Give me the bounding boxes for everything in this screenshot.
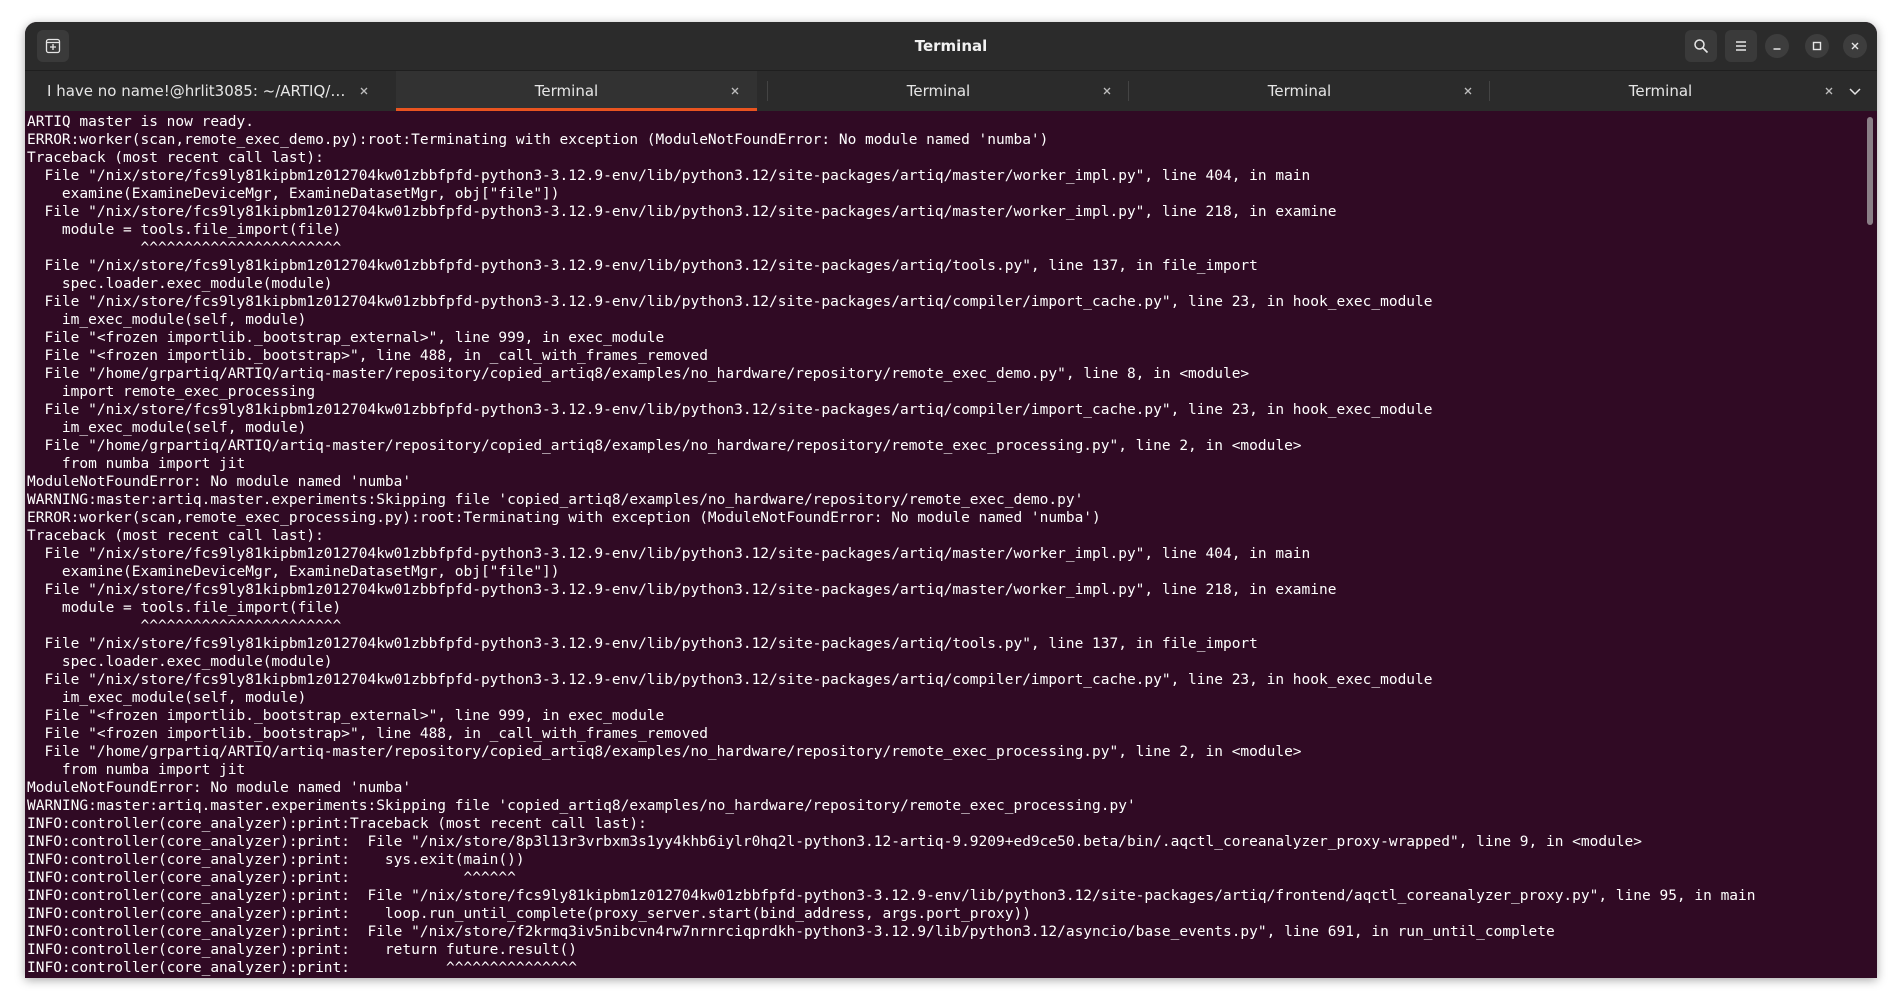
- terminal-line: File "/home/grpartiq/ARTIQ/artiq-master/…: [27, 366, 1250, 382]
- tab-label: Terminal: [534, 82, 599, 100]
- terminal-line: File "/nix/store/fcs9ly81kipbm1z012704kw…: [27, 204, 1337, 220]
- terminal-line: INFO:controller(core_analyzer):print: ^^…: [27, 960, 577, 976]
- terminal-line: File "<frozen importlib._bootstrap_exter…: [27, 708, 665, 724]
- tab-1[interactable]: I have no name!@hrlit3085: ~/ARTIQ/Artiq…: [25, 71, 386, 111]
- terminal-line: spec.loader.exec_module(module): [27, 654, 333, 670]
- tab-2[interactable]: Terminal: [396, 71, 757, 111]
- tab-4[interactable]: Terminal: [1129, 71, 1490, 111]
- terminal-line: File "/nix/store/fcs9ly81kipbm1z012704kw…: [27, 294, 1433, 310]
- close-icon: [1103, 87, 1111, 95]
- terminal-line: INFO:controller(core_analyzer):print: re…: [27, 942, 577, 958]
- terminal-line: examine(ExamineDeviceMgr, ExamineDataset…: [27, 564, 560, 580]
- close-icon: [360, 87, 368, 95]
- title-bar[interactable]: Terminal: [25, 22, 1877, 71]
- terminal-line: File "/nix/store/fcs9ly81kipbm1z012704kw…: [27, 546, 1311, 562]
- terminal-line: File "/nix/store/fcs9ly81kipbm1z012704kw…: [27, 402, 1433, 418]
- tab-close-button[interactable]: [356, 83, 372, 99]
- terminal-line: File "/home/grpartiq/ARTIQ/artiq-master/…: [27, 744, 1302, 760]
- terminal-line: ModuleNotFoundError: No module named 'nu…: [27, 474, 412, 490]
- tab-close-button[interactable]: [1460, 83, 1476, 99]
- tab-bar: I have no name!@hrlit3085: ~/ARTIQ/Artiq…: [25, 71, 1877, 111]
- terminal-line: File "/home/grpartiq/ARTIQ/artiq-master/…: [27, 438, 1302, 454]
- terminal-line: File "/nix/store/fcs9ly81kipbm1z012704kw…: [27, 258, 1258, 274]
- terminal-line: from numba import jit: [27, 456, 246, 472]
- terminal-line: File "<frozen importlib._bootstrap>", li…: [27, 726, 708, 742]
- terminal-line: module = tools.file_import(file): [27, 600, 342, 616]
- tabs-list-button[interactable]: [1845, 81, 1865, 101]
- terminal-line: File "<frozen importlib._bootstrap>", li…: [27, 348, 708, 364]
- terminal-line: ^^^^^^^^^^^^^^^^^^^^^^^: [27, 618, 342, 634]
- tab-close-button[interactable]: [1821, 83, 1837, 99]
- tab-3[interactable]: Terminal: [768, 71, 1129, 111]
- terminal-line: ERROR:worker(scan,remote_exec_processing…: [27, 510, 1101, 526]
- terminal-line: INFO:controller(core_analyzer):print: Fi…: [27, 888, 1756, 904]
- terminal-line: from numba import jit: [27, 762, 246, 778]
- terminal-line: spec.loader.exec_module(module): [27, 276, 333, 292]
- terminal-line: im_exec_module(self, module): [27, 312, 307, 328]
- terminal-line: im_exec_module(self, module): [27, 420, 307, 436]
- terminal-line: WARNING:master:artiq.master.experiments:…: [27, 798, 1136, 814]
- tab-close-button[interactable]: [727, 83, 743, 99]
- terminal-line: ^^^^^^^^^^^^^^^^^^^^^^^: [27, 240, 342, 256]
- terminal-line: INFO:controller(core_analyzer):print: Fi…: [27, 834, 1643, 850]
- terminal-line: ModuleNotFoundError: No module named 'nu…: [27, 780, 412, 796]
- terminal-line: File "/nix/store/fcs9ly81kipbm1z012704kw…: [27, 582, 1337, 598]
- tab-label: I have no name!@hrlit3085: ~/ARTIQ/Artiq…: [47, 82, 346, 100]
- terminal-line: WARNING:master:artiq.master.experiments:…: [27, 492, 1084, 508]
- terminal-window: Terminal I have no name!@hrlit3085: ~/AR…: [25, 22, 1877, 978]
- terminal-line: import remote_exec_processing: [27, 384, 316, 400]
- terminal-line: File "/nix/store/fcs9ly81kipbm1z012704kw…: [27, 672, 1433, 688]
- terminal-line: ERROR:worker(scan,remote_exec_demo.py):r…: [27, 132, 1049, 148]
- terminal-line: im_exec_module(self, module): [27, 690, 307, 706]
- minimize-button[interactable]: [1765, 34, 1789, 58]
- scrollbar-thumb[interactable]: [1867, 117, 1873, 225]
- menu-button[interactable]: [1725, 30, 1757, 62]
- tab-label: Terminal: [1628, 82, 1693, 100]
- terminal-line: INFO:controller(core_analyzer):print: Fi…: [27, 924, 1555, 940]
- maximize-button[interactable]: [1805, 34, 1829, 58]
- window-title: Terminal: [914, 37, 988, 55]
- terminal-line: File "/nix/store/fcs9ly81kipbm1z012704kw…: [27, 168, 1311, 184]
- terminal-line: examine(ExamineDeviceMgr, ExamineDataset…: [27, 186, 560, 202]
- close-window-button[interactable]: [1843, 34, 1867, 58]
- terminal-output[interactable]: ARTIQ master is now ready. ERROR:worker(s…: [27, 113, 1857, 978]
- search-button[interactable]: [1685, 30, 1717, 62]
- terminal-line: File "/nix/store/fcs9ly81kipbm1z012704kw…: [27, 636, 1258, 652]
- tab-close-button[interactable]: [1099, 83, 1115, 99]
- tab-label: Terminal: [906, 82, 971, 100]
- terminal-line: INFO:controller(core_analyzer):print: sy…: [27, 852, 525, 868]
- tab-label: Terminal: [1267, 82, 1332, 100]
- terminal-line: INFO:controller(core_analyzer):print: lo…: [27, 906, 1031, 922]
- tab-5[interactable]: Terminal: [1490, 71, 1851, 111]
- terminal-line: File "<frozen importlib._bootstrap_exter…: [27, 330, 665, 346]
- terminal-line: module = tools.file_import(file): [27, 222, 342, 238]
- terminal-line: Traceback (most recent call last):: [27, 150, 324, 166]
- terminal-line: Traceback (most recent call last):: [27, 528, 324, 544]
- terminal-line: INFO:controller(core_analyzer):print: ^^…: [27, 870, 516, 886]
- close-icon: [1464, 87, 1472, 95]
- chevron-down-icon: [1849, 88, 1861, 96]
- terminal-line: ARTIQ master is now ready.: [27, 114, 254, 130]
- close-icon: [731, 87, 739, 95]
- close-icon: [1825, 87, 1833, 95]
- terminal-line: INFO:controller(core_analyzer):print:Tra…: [27, 816, 647, 832]
